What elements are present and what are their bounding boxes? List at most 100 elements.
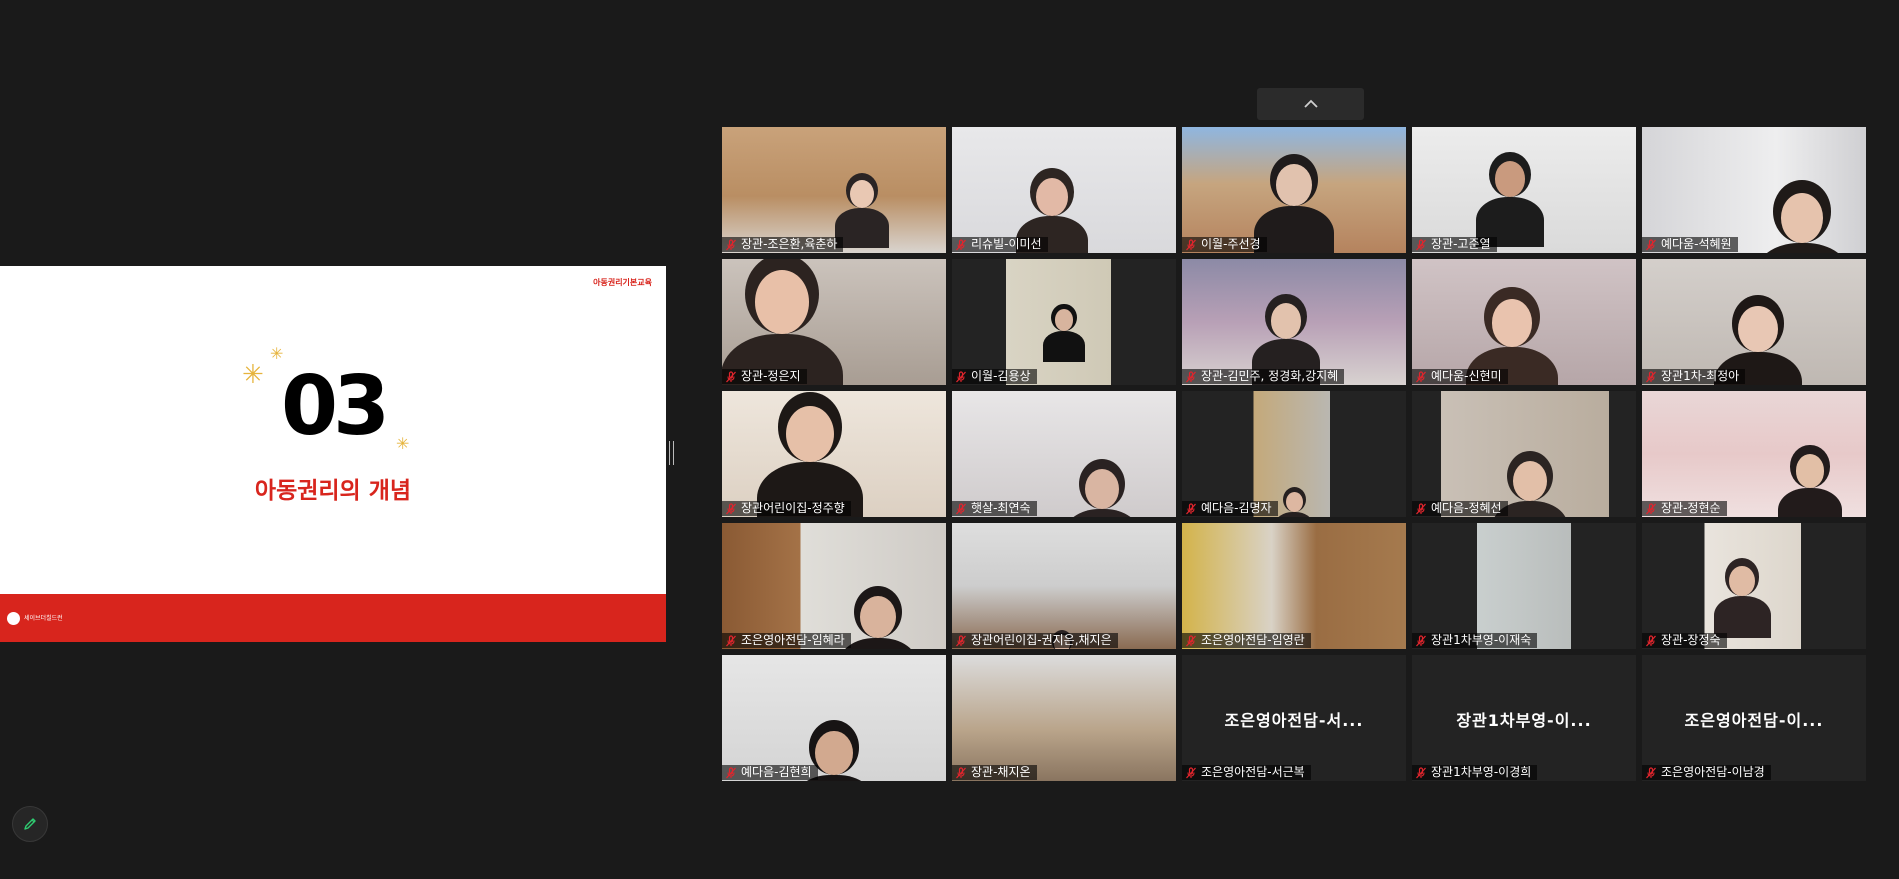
participant-name: 장관1차부영-이재숙 <box>1431 633 1532 647</box>
mic-off-icon <box>726 370 736 382</box>
participant-name-bar: 햇살-최연숙 <box>952 501 1037 516</box>
participant-face <box>1035 177 1069 216</box>
participant-name: 햇살-최연숙 <box>971 501 1031 515</box>
participant-name-bar: 장관-조은환,육춘하 <box>722 237 844 252</box>
participant-name-bar: 조은영아전담-이남경 <box>1642 765 1771 780</box>
participant-name-bar: 예다음-김명자 <box>1182 501 1278 516</box>
mic-off-icon <box>1416 370 1426 382</box>
video-feed <box>952 655 1176 781</box>
slide-number: 03 <box>280 359 390 454</box>
participant-name: 이월-주선경 <box>1201 237 1261 251</box>
mic-off-icon <box>726 238 736 250</box>
participant-name: 장관-김민주, 정경화,강지혜 <box>1201 369 1339 383</box>
participant-tile[interactable]: 장관1차-최정아 <box>1642 259 1866 385</box>
mic-off-icon <box>1646 502 1656 514</box>
participant-tile[interactable]: 예다음-정혜선 <box>1412 391 1636 517</box>
participant-tile[interactable]: 장관어린이집-정주향 <box>722 391 946 517</box>
participant-name-bar: 장관-장정숙 <box>1642 633 1727 648</box>
participant-name: 조은영아전담-서근복 <box>1201 765 1305 779</box>
participant-tile[interactable]: 장관-채지온 <box>952 655 1176 781</box>
participant-tile[interactable]: 장관1차부영-이재숙 <box>1412 523 1636 649</box>
participant-name: 예다음-정혜선 <box>1431 501 1502 515</box>
participant-name-bar: 예다움-신현미 <box>1412 369 1508 384</box>
participant-name-bar: 리슈빌-이미선 <box>952 237 1048 252</box>
mic-off-icon <box>956 766 966 778</box>
mic-off-icon <box>1646 766 1656 778</box>
video-feed <box>722 127 946 253</box>
participant-face <box>1494 160 1526 197</box>
participant-name-bar: 이월-주선경 <box>1182 237 1267 252</box>
participant-name-bar: 조은영아전담-임영란 <box>1182 633 1311 648</box>
annotate-button[interactable] <box>12 806 48 842</box>
split-view-handle[interactable] <box>669 441 674 465</box>
participant-tile[interactable]: 예다움-석혜원 <box>1642 127 1866 253</box>
participant-tile[interactable]: 장관-조은환,육춘하 <box>722 127 946 253</box>
mic-off-icon <box>1646 634 1656 646</box>
participant-name-bar: 장관1차-최정아 <box>1642 369 1746 384</box>
participant-name-bar: 장관-정은지 <box>722 369 807 384</box>
participant-name: 장관-장정숙 <box>1661 633 1721 647</box>
participant-tile[interactable]: 장관-정현순 <box>1642 391 1866 517</box>
participant-name-bar: 장관-채지온 <box>952 765 1037 780</box>
participant-name: 장관-조은환,육춘하 <box>741 237 838 251</box>
participant-tile[interactable]: 장관-정은지 <box>722 259 946 385</box>
participant-face <box>1738 306 1778 353</box>
participant-name-bar: 예다움-석혜원 <box>1642 237 1738 252</box>
participant-face <box>1513 461 1547 501</box>
participant-name: 조은영아전담-임혜라 <box>741 633 845 647</box>
logo-icon <box>7 612 20 625</box>
participant-face <box>860 596 896 639</box>
pencil-icon <box>24 818 36 830</box>
mic-off-icon <box>1416 634 1426 646</box>
participant-tile[interactable]: 조은영아전담-이... 조은영아전담-이남경 <box>1642 655 1866 781</box>
participant-tile[interactable]: 조은영아전담-서... 조은영아전담-서근복 <box>1182 655 1406 781</box>
participant-face <box>815 731 853 776</box>
participant-face <box>1795 453 1825 488</box>
video-feed <box>1182 523 1406 649</box>
video-feed <box>1642 127 1866 253</box>
collapse-gallery-button[interactable] <box>1257 88 1364 120</box>
participant-name-bar: 장관어린이집-권지은,채지은 <box>952 633 1118 648</box>
participant-face <box>1085 469 1119 509</box>
participant-name-bar: 장관1차부영-이경희 <box>1412 765 1538 780</box>
mic-off-icon <box>726 766 736 778</box>
participant-name-bar: 조은영아전담-서근복 <box>1182 765 1311 780</box>
slide-footer: 세이브더칠드런 <box>0 594 666 642</box>
participant-tile[interactable]: 예다음-김현희 <box>722 655 946 781</box>
mic-off-icon <box>1186 370 1196 382</box>
participant-tile[interactable]: 예다음-김명자 <box>1182 391 1406 517</box>
participant-name-bar: 장관1차부영-이재숙 <box>1412 633 1538 648</box>
participant-display-name: 조은영아전담-이... <box>1684 711 1824 730</box>
participant-name: 조은영아전담-이남경 <box>1661 765 1765 779</box>
participant-tile[interactable]: 리슈빌-이미선 <box>952 127 1176 253</box>
participant-tile[interactable]: 조은영아전담-임혜라 <box>722 523 946 649</box>
mic-off-icon <box>1646 238 1656 250</box>
participant-name-bar: 장관어린이집-정주향 <box>722 501 851 516</box>
participant-face <box>1729 565 1755 596</box>
participant-tile[interactable]: 장관-김민주, 정경화,강지혜 <box>1182 259 1406 385</box>
participant-name: 예다움-신현미 <box>1431 369 1502 383</box>
participant-name-bar: 장관-김민주, 정경화,강지혜 <box>1182 369 1345 384</box>
participant-tile[interactable]: 예다움-신현미 <box>1412 259 1636 385</box>
participant-tile[interactable]: 이월-주선경 <box>1182 127 1406 253</box>
participant-tile[interactable]: 장관-장정숙 <box>1642 523 1866 649</box>
participant-tile[interactable]: 장관어린이집-권지은,채지은 <box>952 523 1176 649</box>
participant-display-name: 장관1차부영-이... <box>1456 711 1592 730</box>
participant-silhouette <box>1713 595 1771 638</box>
participant-name: 장관어린이집-권지은,채지은 <box>971 633 1112 647</box>
participant-face <box>1285 492 1303 512</box>
participant-tile[interactable]: 장관1차부영-이... 장관1차부영-이경희 <box>1412 655 1636 781</box>
mic-off-icon <box>1416 502 1426 514</box>
participant-tile[interactable]: 햇살-최연숙 <box>952 391 1176 517</box>
mic-off-icon <box>726 502 736 514</box>
participant-name-bar: 예다음-정혜선 <box>1412 501 1508 516</box>
mic-off-icon <box>726 634 736 646</box>
participant-name: 장관-채지온 <box>971 765 1031 779</box>
participant-face <box>1270 302 1302 339</box>
participant-name: 예다움-석혜원 <box>1661 237 1732 251</box>
mic-off-icon <box>1646 370 1656 382</box>
participant-tile[interactable]: 이월-김용상 <box>952 259 1176 385</box>
participant-tile[interactable]: 조은영아전담-임영란 <box>1182 523 1406 649</box>
mic-off-icon <box>1186 502 1196 514</box>
participant-tile[interactable]: 장관-고준열 <box>1412 127 1636 253</box>
